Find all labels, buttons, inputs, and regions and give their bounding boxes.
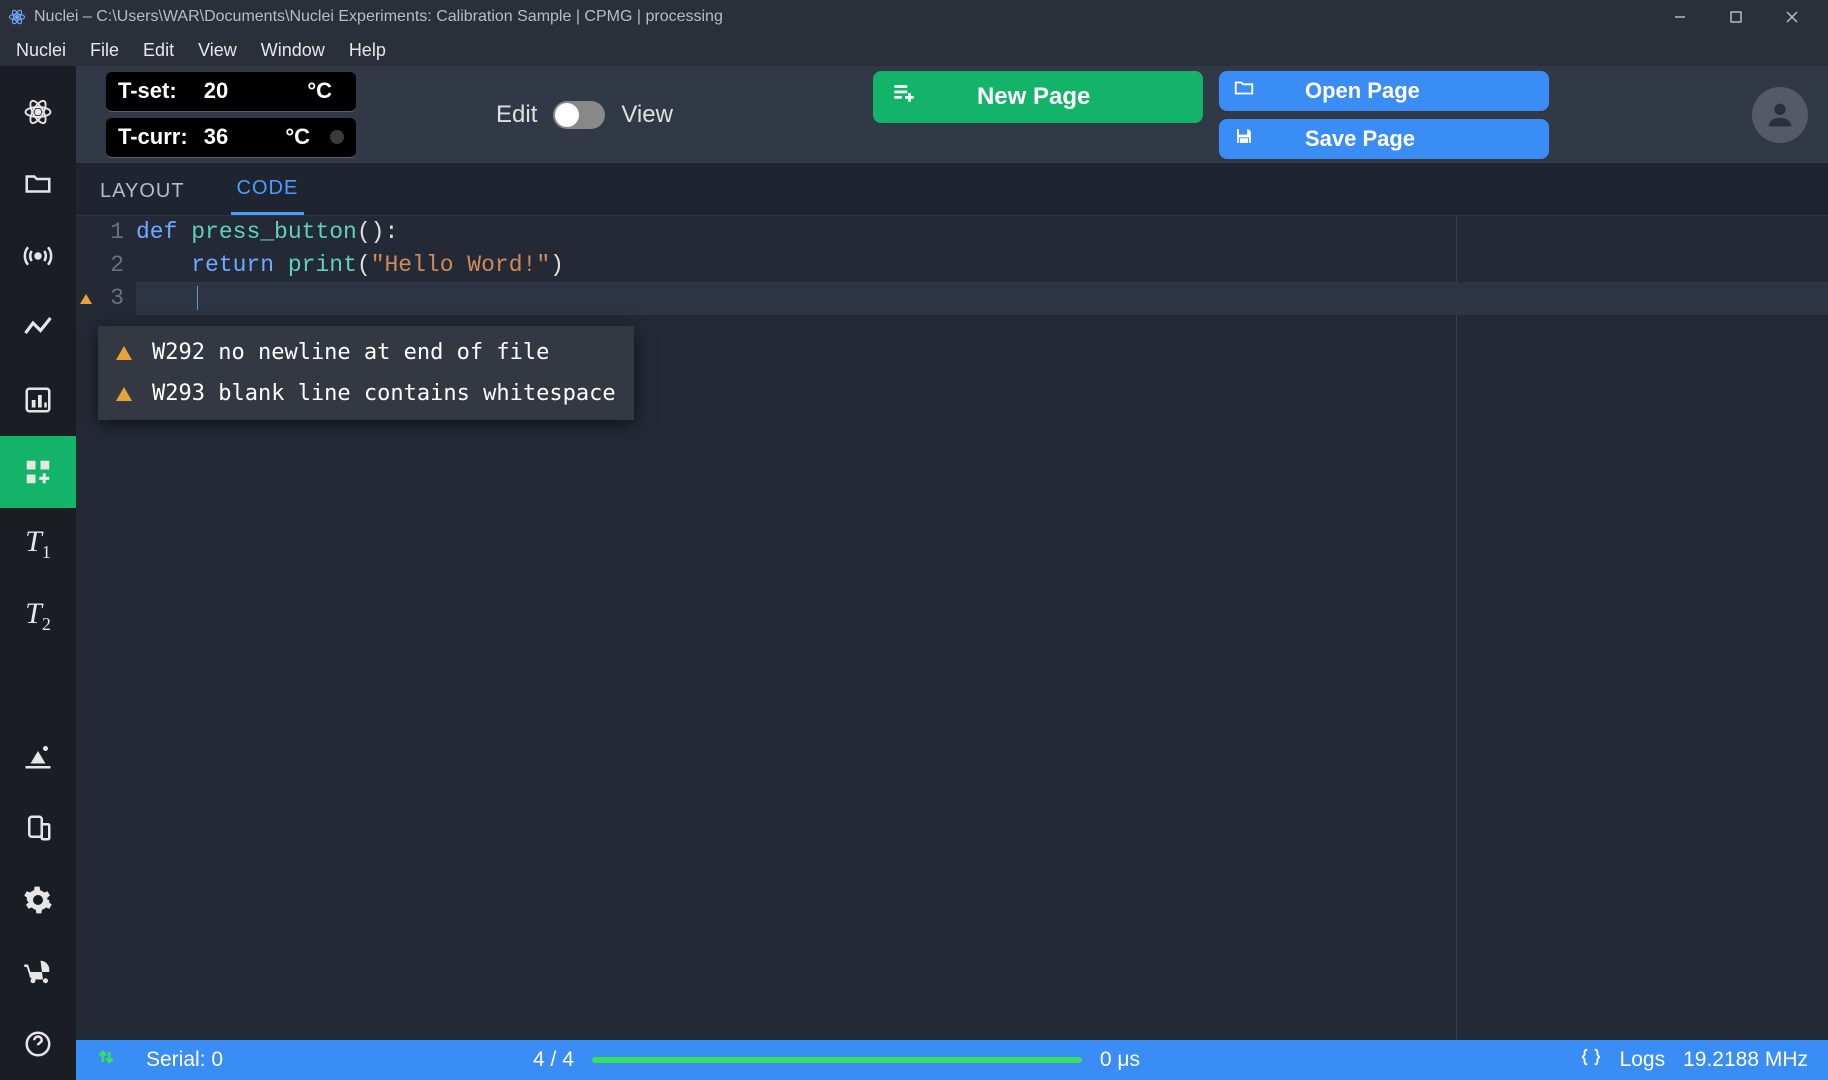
stroller-icon[interactable] bbox=[0, 936, 76, 1008]
atom-icon[interactable] bbox=[0, 76, 76, 148]
progress-bar bbox=[592, 1057, 1082, 1063]
new-page-label: New Page bbox=[977, 83, 1090, 111]
new-page-button[interactable]: New Page bbox=[873, 71, 1203, 123]
view-label: View bbox=[621, 101, 673, 129]
logs-button[interactable]: Logs bbox=[1620, 1048, 1666, 1072]
menu-file[interactable]: File bbox=[78, 36, 131, 65]
code-editor[interactable]: 123 def press_button(): return print("He… bbox=[76, 216, 1828, 1040]
grid-plus-icon[interactable] bbox=[0, 436, 76, 508]
elapsed-time: 0 μs bbox=[1100, 1048, 1140, 1072]
lint-warning-popup: W292 no newline at end of file W293 blan… bbox=[98, 326, 634, 420]
folder-icon[interactable] bbox=[0, 148, 76, 220]
user-avatar[interactable] bbox=[1752, 87, 1808, 143]
serial-status: Serial: 0 bbox=[146, 1048, 223, 1072]
gear-icon[interactable] bbox=[0, 864, 76, 936]
lint-message: W293 blank line contains whitespace bbox=[152, 381, 616, 406]
save-page-button[interactable]: Save Page bbox=[1219, 119, 1549, 159]
tab-code[interactable]: CODE bbox=[231, 165, 305, 215]
lint-message: W292 no newline at end of file bbox=[152, 340, 549, 365]
titlebar: Nuclei – C:\Users\WAR\Documents\Nuclei E… bbox=[0, 0, 1828, 34]
statusbar: Serial: 0 4 / 4 0 μs Logs 19.2188 MHz bbox=[76, 1040, 1828, 1080]
temp-indicator-icon bbox=[330, 130, 344, 144]
save-icon bbox=[1233, 125, 1255, 153]
edit-view-toggle[interactable] bbox=[553, 101, 605, 129]
warning-triangle-icon bbox=[116, 387, 132, 401]
menu-window[interactable]: Window bbox=[249, 36, 337, 65]
t-curr-unit: °C bbox=[285, 124, 310, 150]
app-icon bbox=[8, 8, 26, 26]
t-set-value: 20 bbox=[196, 78, 236, 104]
toolbar: T-set: 20 °C T-curr: 36 °C Edit View bbox=[76, 66, 1828, 164]
code-line[interactable]: def press_button(): bbox=[136, 216, 1828, 249]
device-icon[interactable] bbox=[0, 792, 76, 864]
construction-icon[interactable] bbox=[0, 720, 76, 792]
transfer-icon bbox=[96, 1047, 116, 1073]
open-page-button[interactable]: Open Page bbox=[1219, 71, 1549, 111]
t2-icon[interactable]: T2 bbox=[0, 580, 76, 652]
menu-edit[interactable]: Edit bbox=[131, 36, 186, 65]
edit-label: Edit bbox=[496, 101, 537, 129]
line-number: 1 bbox=[96, 216, 124, 249]
menubar: Nuclei File Edit View Window Help bbox=[0, 34, 1828, 66]
maximize-button[interactable] bbox=[1708, 0, 1764, 34]
progress-text: 4 / 4 bbox=[533, 1048, 574, 1072]
t-set-label: T-set: bbox=[118, 78, 188, 104]
frequency-readout: 19.2188 MHz bbox=[1683, 1048, 1808, 1072]
chart-icon[interactable] bbox=[0, 364, 76, 436]
menu-help[interactable]: Help bbox=[337, 36, 398, 65]
close-button[interactable] bbox=[1764, 0, 1820, 34]
code-line[interactable]: return print("Hello Word!") bbox=[136, 249, 1828, 282]
line-number: 2 bbox=[96, 249, 124, 282]
menu-nuclei[interactable]: Nuclei bbox=[4, 36, 78, 65]
minimize-button[interactable] bbox=[1652, 0, 1708, 34]
braces-icon[interactable] bbox=[1580, 1046, 1602, 1074]
trend-icon[interactable] bbox=[0, 292, 76, 364]
tab-layout[interactable]: LAYOUT bbox=[94, 168, 191, 215]
t-curr-value: 36 bbox=[196, 124, 236, 150]
help-icon[interactable] bbox=[0, 1008, 76, 1080]
warning-triangle-icon bbox=[116, 346, 132, 360]
menu-view[interactable]: View bbox=[186, 36, 249, 65]
folder-open-icon bbox=[1233, 77, 1255, 105]
gutter-warning-icon bbox=[76, 282, 96, 315]
tabbar: LAYOUT CODE bbox=[76, 164, 1828, 216]
playlist-add-icon bbox=[891, 80, 917, 113]
sidebar: T1 T2 bbox=[0, 66, 76, 1080]
line-number: 3 bbox=[96, 282, 124, 315]
t-curr-field: T-curr: 36 °C bbox=[106, 118, 356, 158]
code-line[interactable] bbox=[136, 282, 1828, 315]
t1-icon[interactable]: T1 bbox=[0, 508, 76, 580]
save-page-label: Save Page bbox=[1305, 126, 1415, 152]
title-text: Nuclei – C:\Users\WAR\Documents\Nuclei E… bbox=[34, 8, 723, 26]
t-set-field[interactable]: T-set: 20 °C bbox=[106, 72, 356, 112]
open-page-label: Open Page bbox=[1305, 78, 1420, 104]
editor-ruler bbox=[1456, 216, 1457, 1040]
t-curr-label: T-curr: bbox=[118, 124, 188, 150]
t-set-unit: °C bbox=[307, 78, 332, 104]
signal-icon[interactable] bbox=[0, 220, 76, 292]
